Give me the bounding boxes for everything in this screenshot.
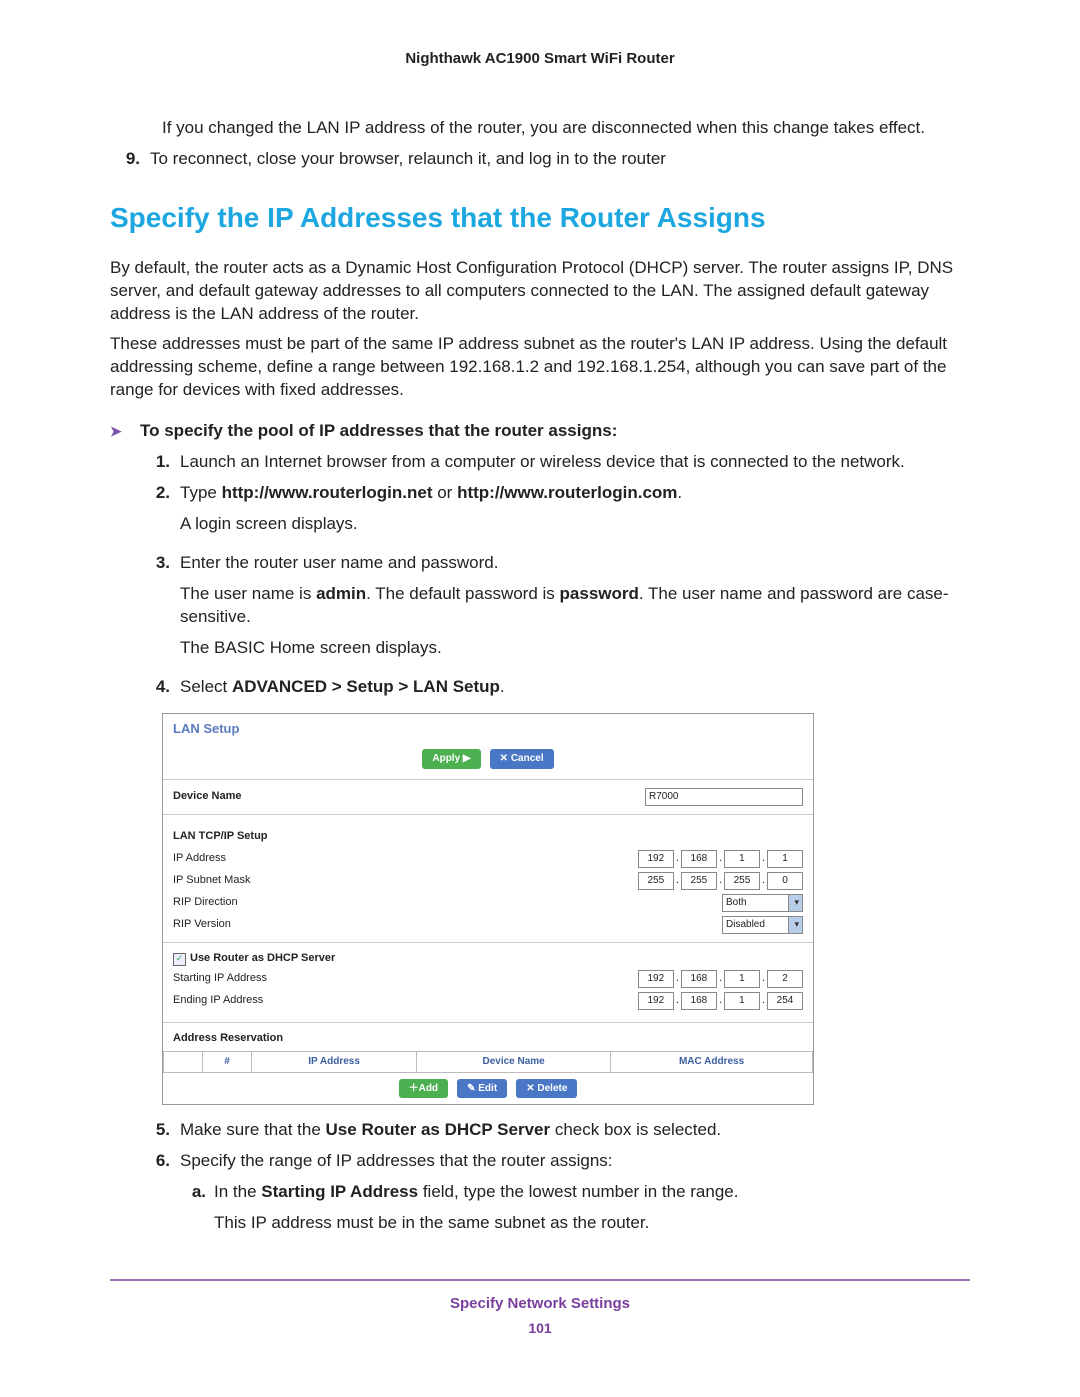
subnet-label: IP Subnet Mask (173, 873, 250, 888)
sip-2[interactable]: 168 (681, 970, 717, 988)
s3-password: password (560, 584, 639, 603)
step-2-url1: http://www.routerlogin.net (222, 483, 433, 502)
s5-pre: Make sure that the (180, 1120, 326, 1139)
s5-bold: Use Router as DHCP Server (326, 1120, 551, 1139)
step-2-pre: Type (180, 483, 222, 502)
s6a-pre: In the (214, 1182, 261, 1201)
eip-3[interactable]: 1 (724, 992, 760, 1010)
edit-button[interactable]: ✎ Edit (457, 1079, 507, 1099)
rip-direction-select[interactable]: Both (722, 894, 803, 912)
dhcp-checkbox-label: Use Router as DHCP Server (190, 952, 335, 964)
ip-address-label: IP Address (173, 851, 226, 866)
lan-setup-screenshot: LAN Setup Apply ▶ ✕ Cancel Device Name R… (162, 713, 814, 1106)
s6a-p2: This IP address must be in the same subn… (214, 1212, 738, 1235)
sn-oct-4[interactable]: 0 (767, 872, 803, 890)
apply-button[interactable]: Apply ▶ (422, 749, 480, 769)
step-9-text: To reconnect, close your browser, relaun… (150, 148, 970, 171)
eip-2[interactable]: 168 (681, 992, 717, 1010)
manual-page: Nighthawk AC1900 Smart WiFi Router If yo… (0, 0, 1080, 1397)
end-ip-input[interactable]: 192.168.1.254 (638, 992, 803, 1010)
ip-address-input[interactable]: 192.168.1.1 (638, 850, 803, 868)
step-2-post: . (677, 483, 682, 502)
step-number-3: 3. (140, 552, 170, 668)
intro-paragraph: If you changed the LAN IP address of the… (162, 117, 970, 140)
s6a-bold: Starting IP Address (261, 1182, 418, 1201)
ip-oct-4[interactable]: 1 (767, 850, 803, 868)
sn-oct-1[interactable]: 255 (638, 872, 674, 890)
step-2-content: Type http://www.routerlogin.net or http:… (180, 482, 970, 544)
page-header: Nighthawk AC1900 Smart WiFi Router (110, 50, 970, 67)
th-ip: IP Address (252, 1052, 417, 1073)
s4-nav: ADVANCED > Setup > LAN Setup (232, 677, 500, 696)
end-ip-label: Ending IP Address (173, 993, 263, 1008)
sip-4[interactable]: 2 (767, 970, 803, 988)
add-button[interactable]: ＋Add (399, 1079, 448, 1099)
start-ip-label: Starting IP Address (173, 971, 267, 986)
s6a-post: field, type the lowest number in the ran… (418, 1182, 738, 1201)
sn-oct-3[interactable]: 255 (724, 872, 760, 890)
s3-l2c: . The default password is (366, 584, 559, 603)
s3-l2a: The user name is (180, 584, 316, 603)
footer-rule (110, 1279, 970, 1281)
step-number-4: 4. (140, 676, 170, 699)
footer-section: Specify Network Settings (110, 1295, 970, 1312)
step-number-5: 5. (140, 1119, 170, 1142)
tcpip-section-label: LAN TCP/IP Setup (163, 821, 813, 848)
step-6a-letter: a. (180, 1181, 206, 1243)
section-paragraph-1: By default, the router acts as a Dynamic… (110, 257, 970, 326)
sn-oct-2[interactable]: 255 (681, 872, 717, 890)
s4-post: . (500, 677, 505, 696)
section-heading: Specify the IP Addresses that the Router… (110, 199, 970, 237)
step-3-line2: The user name is admin. The default pass… (180, 583, 970, 629)
step-6-content: Specify the range of IP addresses that t… (180, 1150, 970, 1249)
step-3-content: Enter the router user name and password.… (180, 552, 970, 668)
step-number-1: 1. (140, 451, 170, 474)
step-2-result: A login screen displays. (180, 513, 970, 536)
rip-version-select[interactable]: Disabled (722, 916, 803, 934)
cancel-button[interactable]: ✕ Cancel (490, 749, 554, 769)
step-3-line3: The BASIC Home screen displays. (180, 637, 970, 660)
s3-admin: admin (316, 584, 366, 603)
rip-version-label: RIP Version (173, 917, 231, 932)
procedure-title: To specify the pool of IP addresses that… (140, 420, 617, 443)
reservation-label: Address Reservation (163, 1029, 813, 1050)
ip-oct-3[interactable]: 1 (724, 850, 760, 868)
step-2-mid: or (433, 483, 458, 502)
footer-page-number: 101 (110, 1320, 970, 1336)
step-2-url2: http://www.routerlogin.com (457, 483, 677, 502)
step-3-line1: Enter the router user name and password. (180, 553, 498, 572)
eip-1[interactable]: 192 (638, 992, 674, 1010)
delete-button[interactable]: ✕ Delete (516, 1079, 577, 1099)
lan-setup-title: LAN Setup (163, 714, 813, 744)
step-number-6: 6. (140, 1150, 170, 1249)
device-name-label: Device Name (173, 789, 242, 804)
th-mac: MAC Address (611, 1052, 813, 1073)
section-paragraph-2: These addresses must be part of the same… (110, 333, 970, 402)
th-num: # (203, 1052, 252, 1073)
start-ip-input[interactable]: 192.168.1.2 (638, 970, 803, 988)
sip-3[interactable]: 1 (724, 970, 760, 988)
step-number-9: 9. (110, 148, 140, 171)
dhcp-checkbox-row: ✓ Use Router as DHCP Server (173, 951, 335, 966)
eip-4[interactable]: 254 (767, 992, 803, 1010)
reservation-table: # IP Address Device Name MAC Address (163, 1051, 813, 1073)
s4-pre: Select (180, 677, 232, 696)
step-5-content: Make sure that the Use Router as DHCP Se… (180, 1119, 970, 1142)
sip-1[interactable]: 192 (638, 970, 674, 988)
subnet-input[interactable]: 255.255.255.0 (638, 872, 803, 890)
step-1-text: Launch an Internet browser from a comput… (180, 451, 970, 474)
step-6a-content: In the Starting IP Address field, type t… (214, 1181, 738, 1243)
s5-post: check box is selected. (550, 1120, 721, 1139)
ip-oct-1[interactable]: 192 (638, 850, 674, 868)
ip-oct-2[interactable]: 168 (681, 850, 717, 868)
th-dev: Device Name (417, 1052, 611, 1073)
step-number-2: 2. (140, 482, 170, 544)
s6-text: Specify the range of IP addresses that t… (180, 1151, 613, 1170)
procedure-arrow-icon: ➤ (110, 420, 140, 443)
step-4-content: Select ADVANCED > Setup > LAN Setup. (180, 676, 970, 699)
rip-direction-label: RIP Direction (173, 895, 238, 910)
device-name-input[interactable]: R7000 (645, 788, 803, 806)
dhcp-checkbox[interactable]: ✓ (173, 953, 186, 966)
